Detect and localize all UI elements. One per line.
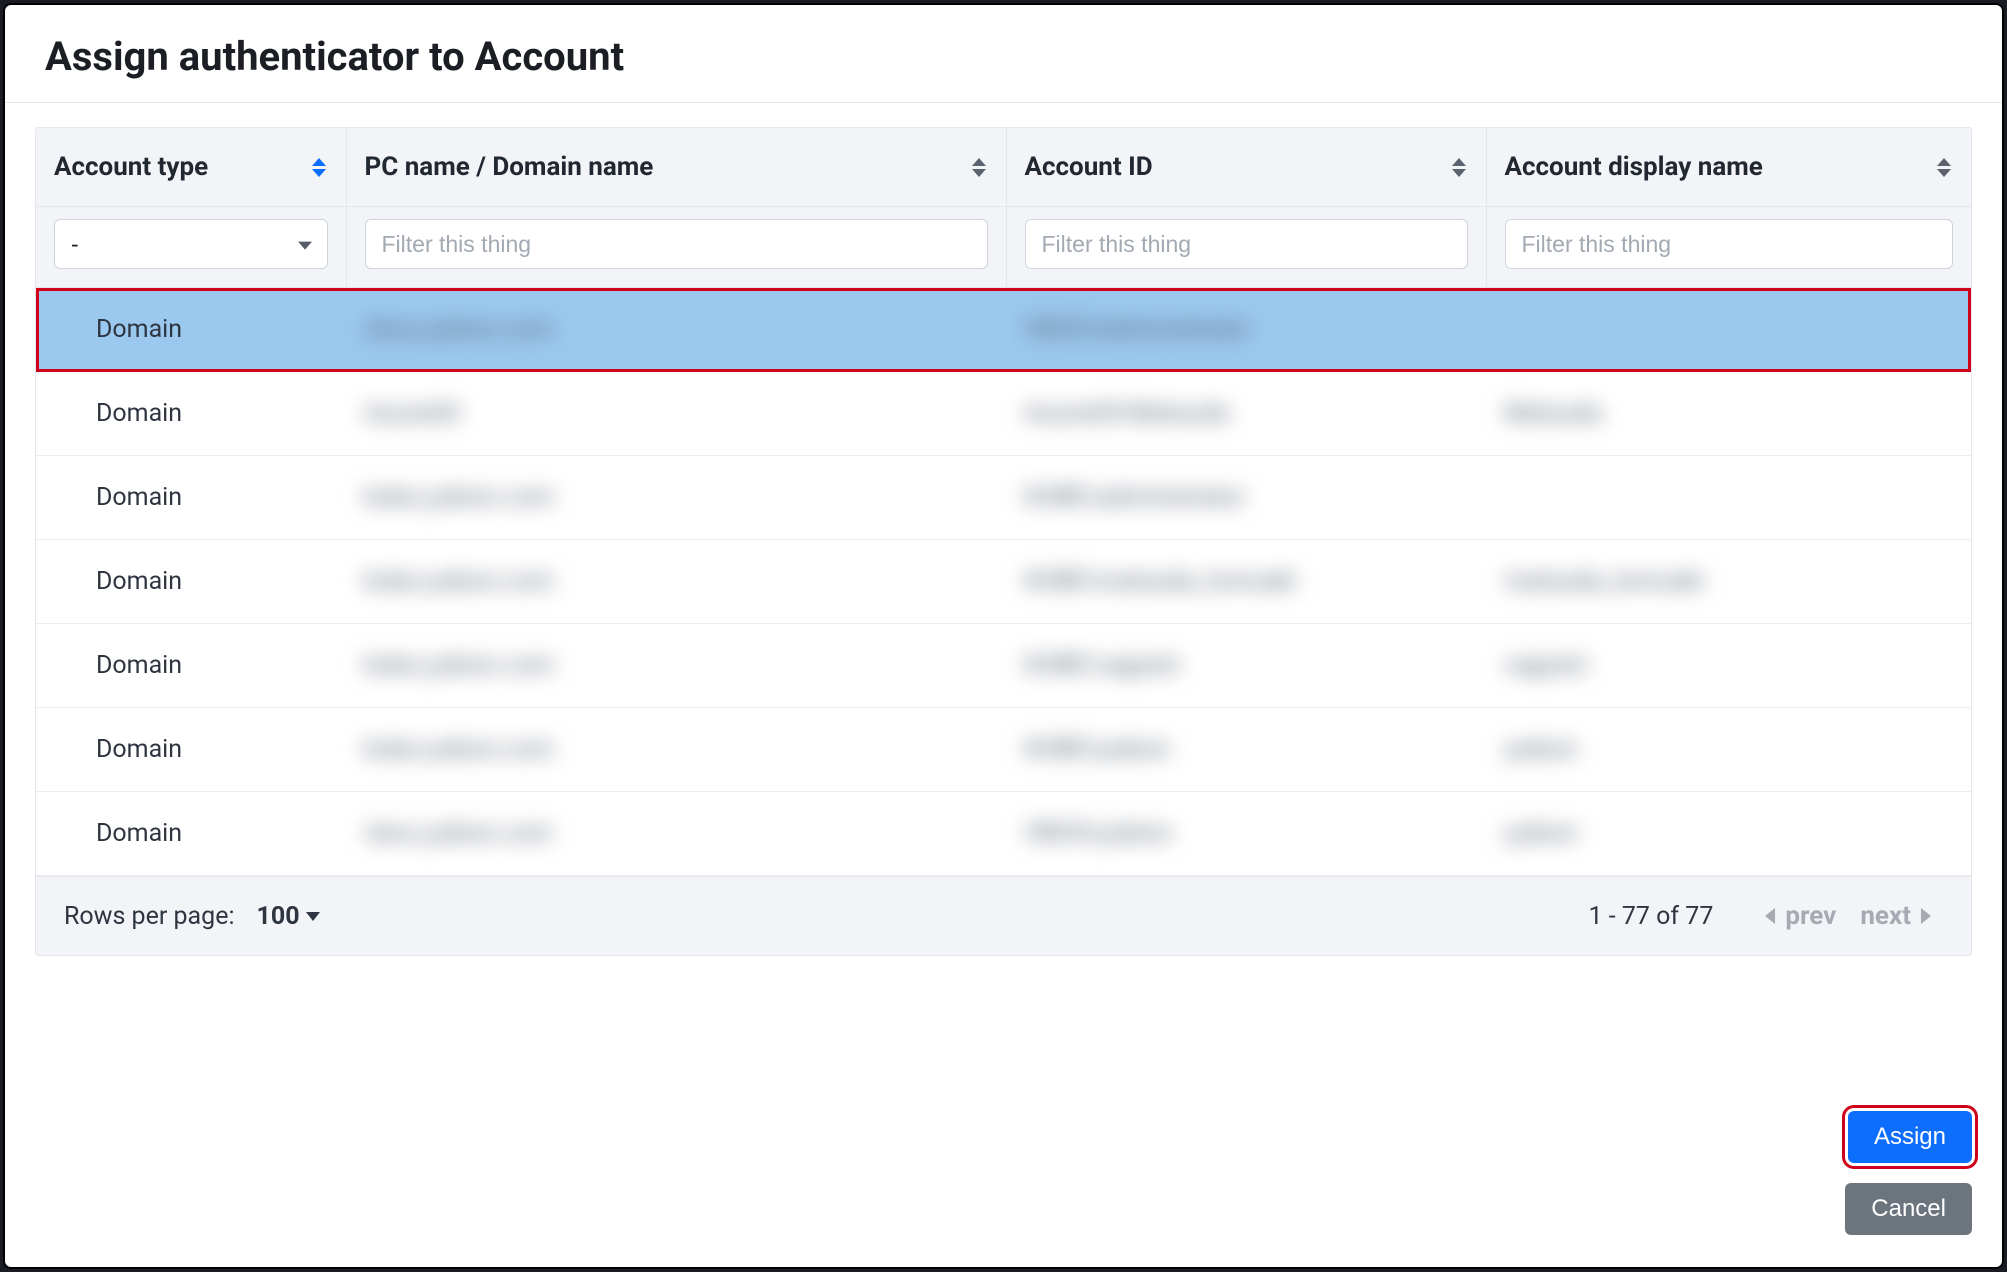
- cell-account-display-name: yubion: [1486, 708, 1971, 792]
- sort-icon: [1937, 155, 1955, 179]
- cell-account-type: Domain: [36, 540, 346, 624]
- modal-header: Assign authenticator to Account: [5, 5, 2002, 103]
- assign-button[interactable]: Assign: [1848, 1111, 1972, 1163]
- table-row[interactable]: Domainkobe.yubion.comKOBE\matsuda_tomoak…: [36, 540, 1971, 624]
- pagination-bar: Rows per page: 100 1 - 77 of 77 prev nex…: [36, 876, 1971, 955]
- rows-per-page-select[interactable]: 100: [257, 902, 320, 931]
- cell-account-id: KOBE\matsuda_tomoaki: [1006, 540, 1486, 624]
- prev-label: prev: [1785, 901, 1836, 931]
- col-header-account-type[interactable]: Account type: [36, 128, 346, 207]
- filter-account-type[interactable]: -: [54, 219, 328, 269]
- cell-account-type: Domain: [36, 372, 346, 456]
- col-header-label: Account type: [54, 152, 208, 182]
- cell-pc-domain-name: AzureAD: [346, 372, 1006, 456]
- next-label: next: [1860, 901, 1911, 931]
- cell-pc-domain-name: kobe.yubion.com: [346, 708, 1006, 792]
- accounts-table: Account type PC name / Domain name: [36, 128, 1971, 876]
- filter-account-id[interactable]: [1025, 219, 1468, 269]
- cell-account-display-name: vagrant: [1486, 624, 1971, 708]
- cell-account-display-name: [1486, 456, 1971, 540]
- table-row[interactable]: Domainkobe.yubion.comKOBE\administrator: [36, 456, 1971, 540]
- cell-account-id: VBOX\yubion: [1006, 792, 1486, 876]
- table-row[interactable]: Domainkobe.yubion.comKOBE\yubionyubion: [36, 708, 1971, 792]
- accounts-table-scroll[interactable]: Account type PC name / Domain name: [36, 128, 1971, 876]
- modal-title: Assign authenticator to Account: [45, 33, 1962, 80]
- cell-account-id: KOBE\vagrant: [1006, 624, 1486, 708]
- cell-pc-domain-name: vbox.yubion.com: [346, 288, 1006, 372]
- cell-account-display-name: [1486, 288, 1971, 372]
- cell-account-type: Domain: [36, 288, 346, 372]
- table-row[interactable]: Domainkobe.yubion.comKOBE\vagrantvagrant: [36, 624, 1971, 708]
- filter-account-display-name[interactable]: [1505, 219, 1954, 269]
- cell-pc-domain-name: kobe.yubion.com: [346, 540, 1006, 624]
- cell-account-type: Domain: [36, 456, 346, 540]
- cell-pc-domain-name: vbox.yubion.com: [346, 792, 1006, 876]
- cell-account-type: Domain: [36, 708, 346, 792]
- col-header-label: Account ID: [1025, 152, 1153, 182]
- assign-authenticator-modal: Assign authenticator to Account Account …: [5, 5, 2002, 1267]
- cell-account-id: AzureAD\Matsuda: [1006, 372, 1486, 456]
- chevron-right-icon: [1921, 908, 1931, 924]
- col-header-account-id[interactable]: Account ID: [1006, 128, 1486, 207]
- rows-per-page: Rows per page: 100: [64, 902, 320, 931]
- caret-down-icon: [306, 912, 320, 921]
- modal-body: Account type PC name / Domain name: [5, 103, 2002, 1087]
- cell-account-display-name: yubion: [1486, 792, 1971, 876]
- col-header-account-display-name[interactable]: Account display name: [1486, 128, 1971, 207]
- cancel-button[interactable]: Cancel: [1845, 1183, 1972, 1235]
- sort-icon: [312, 155, 330, 179]
- cell-account-id: KOBE\yubion: [1006, 708, 1486, 792]
- page-info: 1 - 77 of 77: [1588, 902, 1713, 931]
- prev-page-button[interactable]: prev: [1753, 897, 1848, 935]
- modal-footer: Assign Cancel: [5, 1087, 2002, 1267]
- table-row[interactable]: Domainvbox.yubion.comVBOX\Administrator: [36, 288, 1971, 372]
- table-row[interactable]: Domainvbox.yubion.comVBOX\yubionyubion: [36, 792, 1971, 876]
- sort-icon: [972, 155, 990, 179]
- cell-pc-domain-name: kobe.yubion.com: [346, 456, 1006, 540]
- rows-per-page-value: 100: [257, 902, 300, 931]
- filter-account-type-wrap: -: [54, 219, 328, 269]
- sort-icon: [1452, 155, 1470, 179]
- chevron-left-icon: [1765, 908, 1775, 924]
- cell-pc-domain-name: kobe.yubion.com: [346, 624, 1006, 708]
- cell-account-id: VBOX\Administrator: [1006, 288, 1486, 372]
- cell-account-id: KOBE\administrator: [1006, 456, 1486, 540]
- cell-account-display-name: matsuda_tomoaki: [1486, 540, 1971, 624]
- col-header-pc-domain-name[interactable]: PC name / Domain name: [346, 128, 1006, 207]
- next-page-button[interactable]: next: [1848, 897, 1943, 935]
- cell-account-type: Domain: [36, 792, 346, 876]
- filter-pc-domain-name[interactable]: [365, 219, 988, 269]
- cell-account-type: Domain: [36, 624, 346, 708]
- cell-account-display-name: Matsuda: [1486, 372, 1971, 456]
- col-header-label: Account display name: [1505, 152, 1763, 182]
- rows-per-page-label: Rows per page:: [64, 902, 235, 931]
- table-row[interactable]: DomainAzureADAzureAD\MatsudaMatsuda: [36, 372, 1971, 456]
- accounts-table-container: Account type PC name / Domain name: [35, 127, 1972, 956]
- col-header-label: PC name / Domain name: [365, 152, 654, 182]
